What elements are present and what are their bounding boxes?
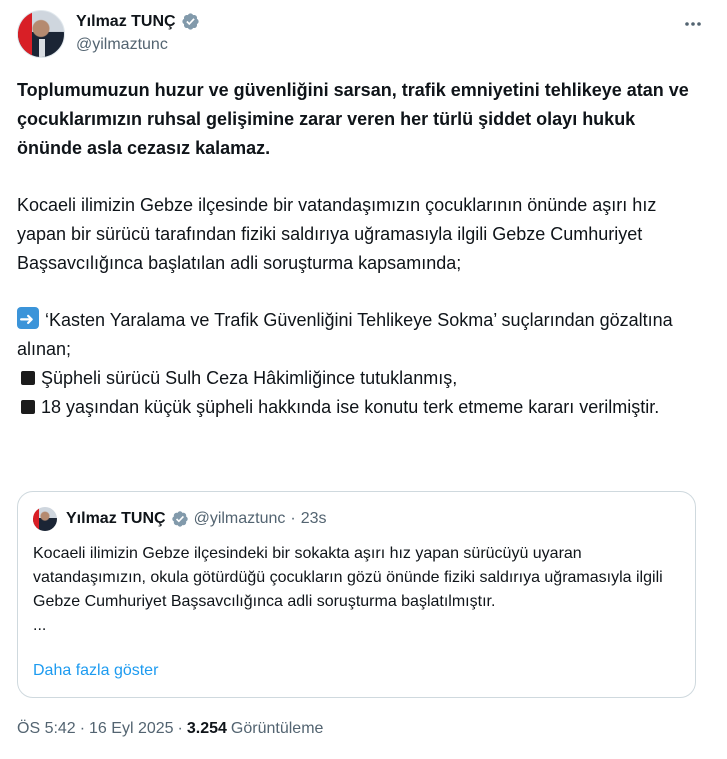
author-name[interactable]: Yılmaz TUNÇ [76, 13, 176, 31]
tweet-item-square-text: 18 yaşından küçük şüpheli hakkında ise k… [41, 396, 660, 417]
right-arrow-icon [17, 305, 39, 334]
quote-avatar[interactable] [33, 507, 57, 531]
black-square-icon [21, 399, 35, 414]
quote-header: Yılmaz TUNÇ @yilmaztunc · 23s [66, 510, 327, 528]
tweet-item-square: Şüpheli sürücü Sulh Ceza Hâkimliğince tu… [17, 364, 697, 393]
author-handle[interactable]: @yilmaztunc [76, 36, 168, 54]
post-time[interactable]: ÖS 5:42 [17, 720, 76, 738]
quote-timestamp[interactable]: 23s [301, 510, 327, 528]
quote-author-handle[interactable]: @yilmaztunc [194, 510, 286, 528]
tweet-metadata: ÖS 5:42 · 16 Eyl 2025 · 3.254 Görüntülem… [17, 720, 323, 738]
verified-badge-icon [171, 511, 188, 527]
flag-decoration [18, 11, 32, 57]
tweet-lead: Toplumumuzun huzur ve güvenliğini sarsan… [17, 80, 689, 158]
quote-author-name[interactable]: Yılmaz TUNÇ [66, 510, 166, 528]
quote-text-body: Kocaeli ilimizin Gebze ilçesindeki bir s… [33, 545, 663, 610]
tweet-item-arrow: ‘Kasten Yaralama ve Trafik Güvenliğini T… [17, 305, 697, 364]
tweet-item-square: 18 yaşından küçük şüpheli hakkında ise k… [17, 393, 697, 422]
author-avatar[interactable] [17, 10, 65, 58]
quote-ellipsis: ... [33, 617, 47, 634]
separator-dot: · [290, 510, 296, 527]
more-options-icon[interactable] [681, 12, 705, 36]
verified-badge-icon [181, 13, 199, 30]
quoted-tweet[interactable]: Yılmaz TUNÇ @yilmaztunc · 23s Kocaeli il… [17, 491, 696, 698]
tweet-paragraph: Kocaeli ilimizin Gebze ilçesinde bir vat… [17, 195, 657, 273]
show-more-link[interactable]: Daha fazla göster [33, 662, 158, 680]
avatar-tie [39, 39, 45, 57]
tweet-item-arrow-text: ‘Kasten Yaralama ve Trafik Güvenliğini T… [17, 310, 673, 360]
flag-decoration [33, 507, 39, 531]
views-label: Görüntüleme [230, 720, 324, 737]
black-square-icon [21, 370, 35, 385]
quote-text: Kocaeli ilimizin Gebze ilçesindeki bir s… [33, 542, 683, 638]
post-date[interactable]: 16 Eyl 2025 [89, 720, 174, 738]
separator-dot: · [79, 720, 86, 737]
tweet-card: Yılmaz TUNÇ @yilmaztunc Toplumumuzun huz… [0, 0, 727, 759]
tweet-item-square-text: Şüpheli sürücü Sulh Ceza Hâkimliğince tu… [41, 367, 458, 388]
author-name-line: Yılmaz TUNÇ [76, 12, 200, 31]
separator-dot: · [177, 720, 183, 737]
views-count: 3.254 [186, 720, 227, 737]
tweet-text: Toplumumuzun huzur ve güvenliğini sarsan… [17, 76, 697, 422]
